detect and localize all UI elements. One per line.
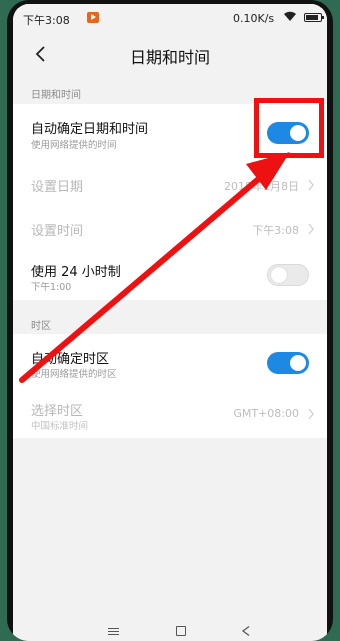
annotation-highlight-box	[254, 98, 324, 158]
set-time-value: 下午3:08	[252, 224, 299, 237]
select-timezone-subtitle: 中国标准时间	[31, 421, 89, 432]
section-label-datetime: 日期和时间	[31, 90, 81, 101]
section-label-timezone: 时区	[31, 321, 51, 332]
set-date-title: 设置日期	[31, 180, 84, 195]
battery-icon	[304, 13, 324, 22]
auto-timezone-toggle[interactable]	[267, 352, 309, 374]
set-time-row: 设置时间 下午3:08	[13, 206, 327, 252]
set-date-row: 设置日期 2018年1月8日	[13, 160, 327, 206]
timezone-panel: 自动确定时区 使用网络提供的时区 选择时区 中国标准时间 GMT+08:00	[13, 334, 327, 438]
network-speed: 0.10K/s	[233, 12, 275, 25]
chevron-right-icon	[308, 408, 314, 420]
auto-timezone-title: 自动确定时区	[31, 352, 110, 367]
select-timezone-value: GMT+08:00	[233, 407, 299, 420]
home-icon[interactable]	[176, 626, 186, 636]
auto-timezone-subtitle: 使用网络提供的时区	[31, 369, 117, 380]
phone-frame: 下午3:08 0.10K/s 日期和时间 日期和时间 自动确定日期和时间 使用网…	[7, 0, 333, 641]
chevron-right-icon	[308, 223, 314, 235]
auto-timezone-row[interactable]: 自动确定时区 使用网络提供的时区	[13, 334, 327, 388]
set-time-title: 设置时间	[31, 224, 84, 239]
use-24h-subtitle: 下午1:00	[31, 282, 72, 293]
status-time: 下午3:08	[23, 14, 70, 27]
app-header: 日期和时间	[13, 30, 327, 78]
status-bar: 下午3:08 0.10K/s	[13, 4, 327, 30]
toggle-knob	[271, 267, 287, 283]
set-date-value: 2018年1月8日	[224, 180, 299, 193]
use-24h-row[interactable]: 使用 24 小时制 下午1:00	[13, 252, 327, 300]
wifi-icon	[284, 11, 296, 21]
use-24h-title: 使用 24 小时制	[31, 265, 121, 280]
notification-icon	[87, 12, 99, 23]
select-timezone-title: 选择时区	[31, 404, 84, 419]
auto-datetime-title: 自动确定日期和时间	[31, 122, 149, 137]
select-timezone-row: 选择时区 中国标准时间 GMT+08:00	[13, 388, 327, 438]
auto-datetime-subtitle: 使用网络提供的时间	[31, 140, 117, 151]
chevron-right-icon	[308, 179, 314, 191]
use-24h-toggle[interactable]	[267, 264, 309, 286]
page-title: 日期和时间	[129, 48, 210, 67]
back-icon[interactable]	[242, 626, 250, 636]
toggle-knob	[290, 355, 306, 371]
nav-bar	[13, 621, 327, 641]
menu-icon[interactable]	[108, 628, 119, 635]
